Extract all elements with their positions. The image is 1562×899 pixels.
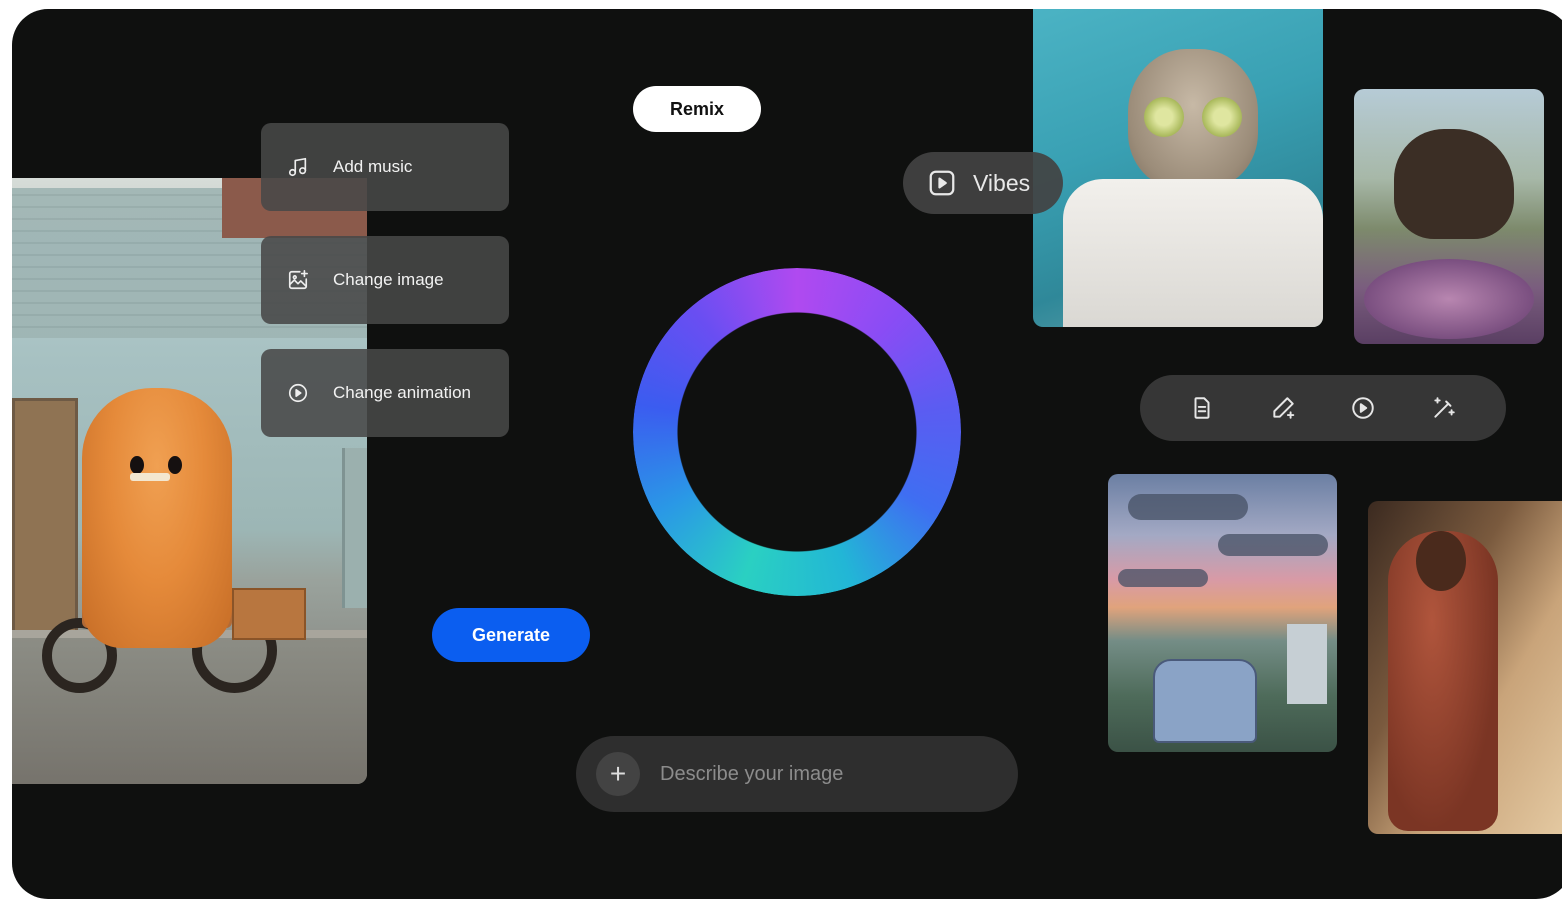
moose-trampoline-image[interactable] — [1354, 89, 1544, 344]
play-square-icon — [927, 168, 973, 198]
cucumber-slice — [1144, 97, 1184, 137]
describe-image-input[interactable] — [658, 761, 982, 787]
canvas: Add music Change image Change animation … — [12, 9, 1562, 899]
remix-button[interactable]: Remix — [633, 86, 761, 132]
monster-eye — [130, 456, 144, 474]
menu-item-label: Change image — [333, 270, 444, 289]
cloud — [1218, 534, 1328, 556]
building — [1287, 624, 1327, 704]
document-icon[interactable] — [1181, 387, 1223, 429]
menu-item-change-image[interactable]: Change image — [261, 236, 509, 324]
cat-head — [1128, 49, 1258, 189]
vibes-chip[interactable]: Vibes — [903, 152, 1063, 214]
generate-button[interactable]: Generate — [432, 608, 590, 662]
bathrobe — [1063, 179, 1323, 327]
play-circle-icon[interactable] — [1342, 387, 1384, 429]
menu-item-label: Change animation — [333, 383, 471, 402]
orange-monster — [82, 388, 232, 648]
pencil-sparkle-icon[interactable] — [1262, 387, 1304, 429]
menu-item-label: Add music — [333, 157, 413, 176]
cucumber-slice — [1202, 97, 1242, 137]
cat-pool-image[interactable] — [1033, 9, 1323, 327]
prompt-bar: + — [576, 736, 1018, 812]
image-sparkle-icon — [287, 269, 309, 291]
menu-item-add-music[interactable]: Add music — [261, 123, 509, 211]
remix-label: Remix — [669, 98, 725, 119]
vibes-label: Vibes — [973, 169, 1031, 196]
monster-mouth — [130, 473, 170, 481]
cloud — [1128, 494, 1248, 520]
van-landscape-image[interactable] — [1108, 474, 1337, 752]
crate — [232, 588, 306, 640]
plus-icon[interactable]: + — [596, 752, 640, 796]
dancer-head — [1416, 531, 1466, 591]
van — [1153, 659, 1257, 743]
play-circle-icon — [287, 382, 309, 404]
menu-item-change-animation[interactable]: Change animation — [261, 349, 509, 437]
loading-ring — [633, 268, 961, 596]
music-note-icon — [287, 156, 309, 178]
cloud — [1118, 569, 1208, 587]
side-door — [342, 448, 367, 608]
edit-toolbar — [1140, 375, 1506, 441]
monster-eye — [168, 456, 182, 474]
magic-wand-icon[interactable] — [1423, 387, 1465, 429]
dancer — [1388, 531, 1498, 831]
generate-label: Generate — [471, 624, 551, 645]
trampoline — [1364, 259, 1534, 339]
dancer-image[interactable] — [1368, 501, 1562, 834]
moose — [1394, 129, 1514, 239]
